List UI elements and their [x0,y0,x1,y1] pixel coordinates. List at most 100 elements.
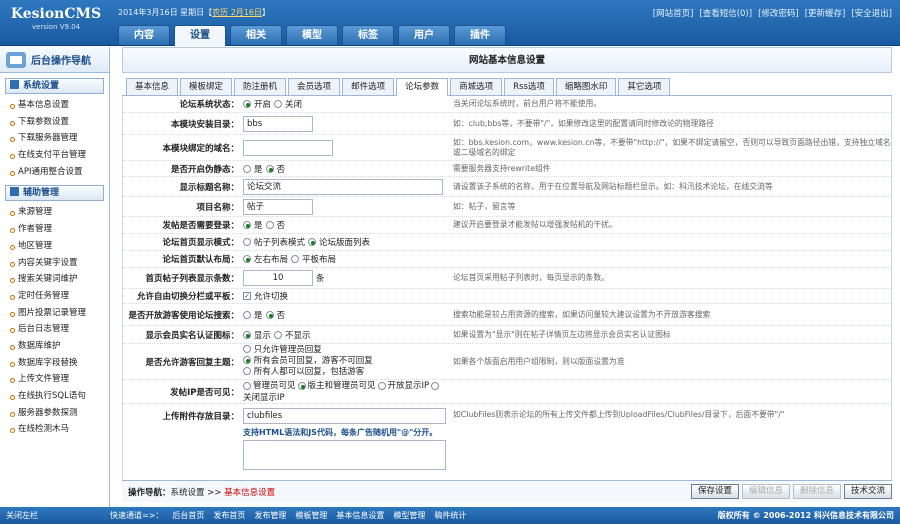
subtab-rss[interactable]: Rss选项 [504,78,554,95]
ad-textarea[interactable] [243,440,446,470]
subtab-antireg[interactable]: 防注册机 [234,78,287,95]
quick-link[interactable]: 基本信息设置 [336,507,384,524]
quick-link[interactable]: 后台首页 [172,507,204,524]
radio-reply-all[interactable] [243,367,251,375]
radio-ip-mod[interactable] [297,381,306,390]
tab-model[interactable]: 模型 [286,25,338,45]
radio-realname-show[interactable] [243,330,251,339]
main-panel: 网站基本信息设置 基本信息 模板绑定 防注册机 会员选项 邮件选项 论坛参数 商… [122,47,892,507]
sidebar-item-author[interactable]: 作者管理 [0,221,109,238]
item-name-input[interactable]: 帖子 [243,198,313,215]
upload-dir-input[interactable]: clubfiles [243,408,446,424]
radio-ip-admin[interactable] [243,381,251,390]
radio-rewrite-no[interactable] [265,164,274,173]
quick-link[interactable]: 模板管理 [295,507,327,524]
sidebar-item-sql[interactable]: 在线执行SQL语句 [0,388,109,405]
sidebar-item-region[interactable]: 地区管理 [0,238,109,255]
quick-link[interactable]: 模型管理 [393,507,425,524]
radio-guest-search-no[interactable] [265,310,274,319]
checkbox-allow-switch[interactable]: ✓ [243,292,251,300]
radio-login-yes[interactable] [243,221,251,229]
sidebar-item-basic-info[interactable]: 基本信息设置 [0,97,109,114]
close-sidebar-button[interactable]: 关闭左栏 [6,507,38,524]
radio-ip-close[interactable] [431,381,440,390]
sidebar-item-db-replace[interactable]: 数据库字段替换 [0,355,109,372]
sidebar-item-tasks[interactable]: 定时任务管理 [0,288,109,305]
scrollbar[interactable] [891,109,892,482]
sidebar: 后台操作导航 系统设置 基本信息设置 下载参数设置 下载服务器管理 在线支付平台… [0,47,110,507]
subtab-other[interactable]: 其它选项 [618,78,671,95]
lunar-date-link[interactable]: 农历 2月16日 [212,8,262,17]
delete-button[interactable]: 删除信息 [792,484,841,499]
link-update-cache[interactable]: [更新缓存] [805,7,846,19]
sidebar-item-trojan[interactable]: 在线检测木马 [0,421,109,438]
date-display: 2014年3月16日 星期日【农历 2月16日】 [118,8,270,17]
form-row: 论坛首页显示模式： 帖子列表模式 论坛版面列表 [123,234,891,251]
radio-rewrite-yes[interactable] [243,164,251,173]
tab-related[interactable]: 相关 [230,25,282,45]
html-note: 支持HTML语法和JS代码，每条广告随机用"@"分开。 [243,428,438,437]
subtab-mail[interactable]: 邮件选项 [342,78,395,95]
radio-guest-search-yes[interactable] [243,310,251,319]
settings-tabs: 基本信息 模板绑定 防注册机 会员选项 邮件选项 论坛参数 商城选项 Rss选项… [122,78,892,96]
radio-layout-flat[interactable] [291,255,300,263]
list-count-input[interactable]: 10 [243,270,313,286]
link-logout[interactable]: [安全退出] [851,7,892,19]
radio-layout-lr[interactable] [243,255,251,263]
logo: KesionCMS version V9.04 [6,6,106,31]
subtab-watermark[interactable]: 缩略图水印 [555,78,617,95]
sidebar-item-keywords[interactable]: 内容关键字设置 [0,255,109,272]
sidebar-item-download-servers[interactable]: 下载服务器管理 [0,130,109,147]
subtab-forum[interactable]: 论坛参数 [396,78,449,96]
sidebar-item-server[interactable]: 服务器参数探测 [0,405,109,422]
link-change-password[interactable]: [修改密码] [758,7,799,19]
install-dir-input[interactable]: bbs [243,115,313,132]
radio-list-mode[interactable] [243,238,251,246]
sidebar-item-search-keywords[interactable]: 搜索关键词维护 [0,271,109,288]
link-messages[interactable]: [查看短信(0)] [699,7,752,19]
domain-input[interactable] [243,139,333,156]
tech-exchange-button[interactable]: 技术交流 [843,484,892,499]
save-button[interactable]: 保存设置 [690,484,739,499]
radio-reply-members[interactable] [243,356,251,364]
quick-links: 快速通道=>： 后台首页 发布首页 发布管理 模板管理 基本信息设置 模型管理 … [110,507,466,524]
radio-login-no[interactable] [265,221,274,229]
tab-plugins[interactable]: 插件 [454,25,506,45]
radio-ip-open[interactable] [377,381,386,390]
sidebar-item-payment[interactable]: 在线支付平台管理 [0,147,109,164]
quick-link[interactable]: 发布首页 [213,507,245,524]
link-site-home[interactable]: [网站首页] [653,7,694,19]
sidebar-item-api[interactable]: API通用整合设置 [0,164,109,181]
radio-forum-off[interactable] [274,100,283,108]
quick-link[interactable]: 发布管理 [254,507,286,524]
computer-icon [6,51,26,68]
radio-forum-on[interactable] [243,100,251,108]
subtab-basic[interactable]: 基本信息 [126,78,179,95]
sidebar-item-uploads[interactable]: 上传文件管理 [0,371,109,388]
form-row: 论坛首页默认布局： 左右布局 平板布局 [123,251,891,268]
sidebar-group-aux[interactable]: 辅助管理 [5,185,104,202]
edit-button[interactable]: 编辑信息 [741,484,790,499]
sidebar-item-db[interactable]: 数据库维护 [0,338,109,355]
sidebar-item-votes[interactable]: 图片投票记录管理 [0,305,109,322]
tab-users[interactable]: 用户 [398,25,450,45]
sidebar-item-logs[interactable]: 后台日志管理 [0,321,109,338]
subtab-shop[interactable]: 商城选项 [450,78,503,95]
radio-board-mode[interactable] [308,238,317,246]
subtab-member[interactable]: 会员选项 [288,78,341,95]
main-tabs: 内容 设置 相关 模型 标签 用户 插件 [118,25,506,46]
form-row: 首页帖子列表显示条数： 10 条 论坛首页采用帖子列表时，每页显示的条数。 [123,268,891,289]
tab-settings[interactable]: 设置 [174,25,226,46]
display-title-input[interactable]: 论坛交流 [243,178,443,195]
tab-content[interactable]: 内容 [118,25,170,45]
radio-realname-hide[interactable] [274,330,283,339]
logo-title: KesionCMS [10,6,102,22]
subtab-template[interactable]: 模板绑定 [180,78,233,95]
sidebar-item-source[interactable]: 来源管理 [0,204,109,221]
tab-labels[interactable]: 标签 [342,25,394,45]
sidebar-item-download-params[interactable]: 下载参数设置 [0,114,109,131]
logo-version: version V9.04 [31,23,81,31]
quick-link[interactable]: 稿件统计 [434,507,466,524]
sidebar-group-system[interactable]: 系统设置 [5,78,104,94]
radio-reply-admin[interactable] [243,345,251,353]
